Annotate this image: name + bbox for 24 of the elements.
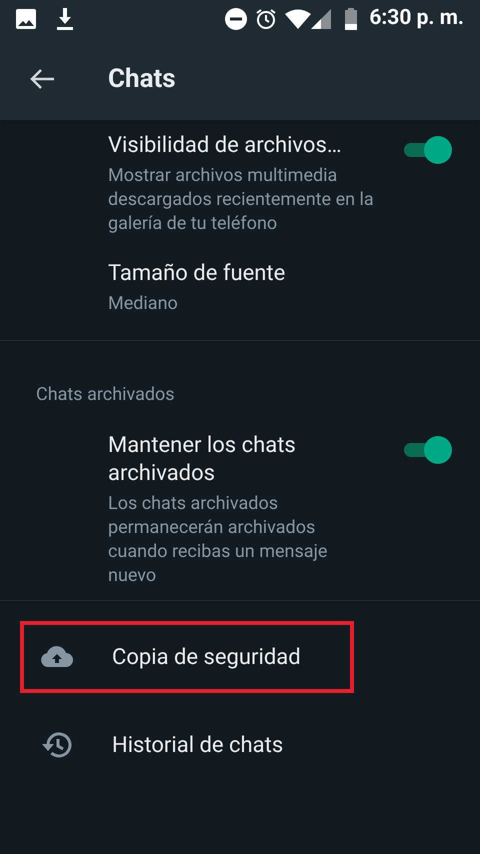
signal-icon — [311, 9, 334, 29]
setting-title: Historial de chats — [112, 732, 284, 760]
setting-title: Visibilidad de archivos… — [108, 132, 343, 160]
screen-title: Chats — [108, 62, 176, 96]
setting-title: Mantener los chats archivados — [108, 432, 297, 488]
setting-title: Tamaño de fuente — [108, 260, 286, 288]
download-icon — [56, 8, 74, 30]
back-arrow-icon — [29, 68, 55, 90]
battery-icon — [345, 8, 358, 30]
toggle-switch[interactable] — [402, 436, 452, 462]
setting-title: Copia de seguridad — [112, 644, 301, 672]
do-not-disturb-icon — [225, 8, 248, 30]
cloud-upload-icon — [40, 645, 74, 669]
toggle-switch[interactable] — [402, 136, 452, 162]
setting-description: Mostrar archivos multimedia descargados recientemente en la galería de tu teléfono — [108, 164, 375, 236]
section-heading: Chats archivados — [35, 383, 176, 407]
highlighted-setting-row[interactable]: Copia de seguridad — [20, 621, 354, 693]
status-time: 6:30 p. m. — [369, 5, 464, 32]
alarm-icon — [255, 8, 278, 30]
setting-description: Los chats archivados permanecerán archivados cuando recibas un mensaje nuevo — [108, 492, 328, 588]
setting-row[interactable]: Historial de chats — [20, 709, 460, 781]
image-icon — [16, 9, 36, 29]
setting-description: Mediano — [108, 292, 179, 316]
history-icon — [40, 730, 72, 760]
